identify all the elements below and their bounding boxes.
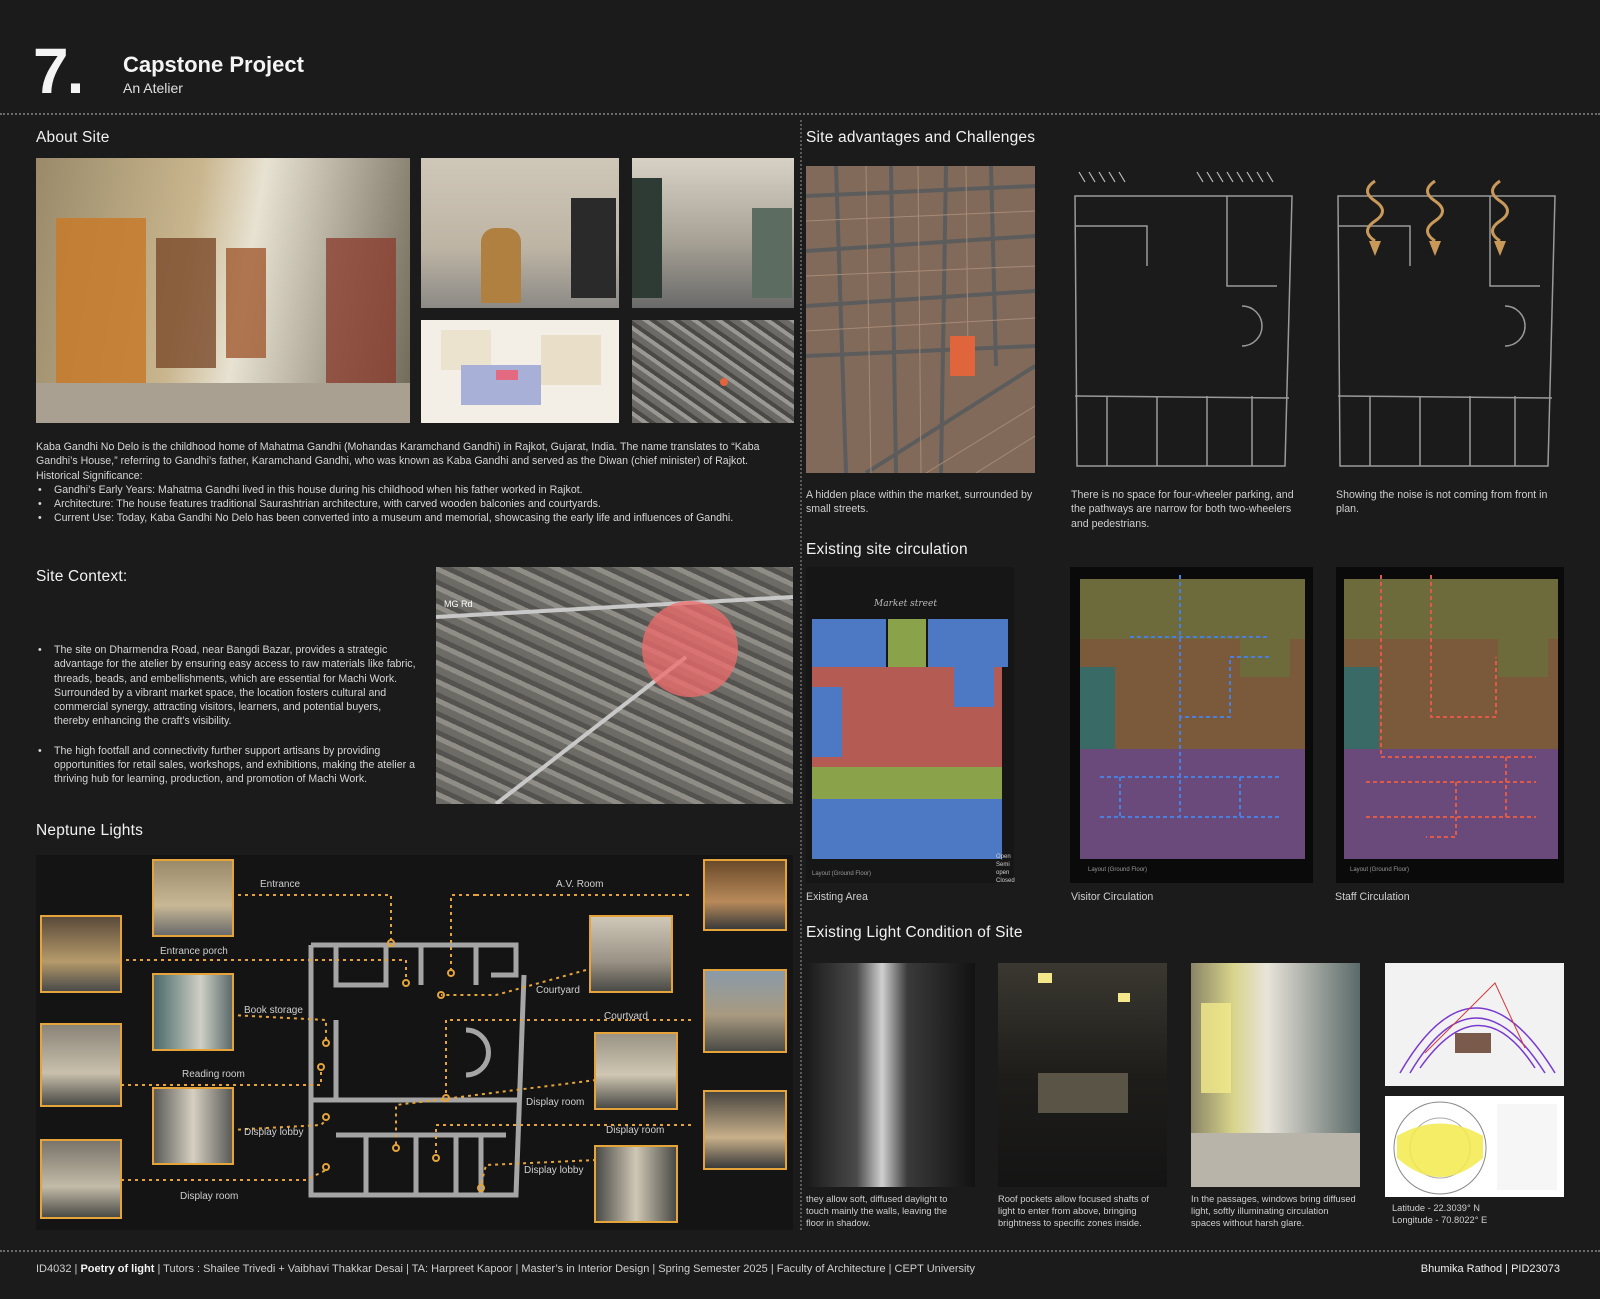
- map-overlay: [436, 595, 793, 804]
- about-site-text: Kaba Gandhi No Delo is the childhood hom…: [36, 440, 796, 526]
- poster-sheet: { "header":{"number":"7.","title":"Capst…: [0, 0, 1600, 1299]
- reading-room-photo: [40, 1023, 122, 1107]
- gandhi-statue-room-photo: [421, 158, 619, 308]
- sun-path-polar-chart: [1385, 1096, 1564, 1197]
- staff-circulation-plan: Layout (Ground Floor): [1336, 567, 1564, 883]
- label-display-lobby-2: Display lobby: [524, 1165, 584, 1176]
- column-divider: [800, 120, 802, 1230]
- about-site-paragraph: Kaba Gandhi No Delo is the childhood hom…: [36, 441, 760, 468]
- display-lobby-photo-2: [594, 1145, 678, 1223]
- label-av-room: A.V. Room: [556, 879, 604, 890]
- entrance-porch-photo: [40, 915, 122, 993]
- light-photo-passage: [1191, 963, 1360, 1187]
- display-room-photo-3: [703, 1090, 787, 1170]
- polar-chart-drawing: [1393, 1101, 1557, 1195]
- circulation-caption-1: Existing Area: [806, 891, 868, 903]
- list-item: Current Use: Today, Kaba Gandhi No Delo …: [36, 511, 796, 526]
- streets-drawing: [806, 166, 1035, 473]
- light-caption-1: they allow soft, diffused daylight to to…: [806, 1194, 948, 1228]
- neptune-lights-panel: Entrance A.V. Room Entrance porch Courty…: [36, 855, 793, 1230]
- circulation-caption-3: Staff Circulation: [1335, 891, 1410, 903]
- light-photo-corridor: [806, 963, 975, 1187]
- light-photo-roof-pockets: [998, 963, 1167, 1187]
- advantages-heading: Site advantages and Challenges: [806, 129, 1036, 146]
- label-display-room-2: Display room: [606, 1125, 665, 1136]
- visitor-path: [1100, 575, 1280, 818]
- label-entrance-porch: Entrance porch: [160, 946, 228, 957]
- list-item: The site on Dharmendra Road, near Bangdi…: [36, 643, 418, 729]
- parking-plan: [1067, 166, 1307, 473]
- page-title: Capstone Project: [123, 52, 304, 77]
- advantage-caption-3: Showing the noise is not coming from fro…: [1336, 489, 1548, 516]
- longitude-text: Longitude - 70.8022° E: [1392, 1215, 1488, 1225]
- parking-plan-drawing: [1074, 171, 1293, 467]
- massing-model-view: [421, 320, 619, 423]
- neptune-lights-heading: Neptune Lights: [36, 822, 144, 839]
- site-context-bullets: The site on Dharmendra Road, near Bangdi…: [36, 643, 418, 787]
- plan-title-1: Layout (Ground Floor): [812, 871, 872, 877]
- footer-credits: ID4032 | Poetry of light | Tutors : Shai…: [36, 1263, 975, 1275]
- site-context-map: MG Rd: [436, 567, 793, 804]
- circulation-caption-2: Visitor Circulation: [1071, 891, 1154, 903]
- gallery-corridor-photo: [36, 158, 410, 423]
- display-room-photo-2: [594, 1032, 678, 1110]
- display-room-photo: [40, 1139, 122, 1219]
- label-reading-room: Reading room: [182, 1069, 245, 1080]
- plan-title-2: Layout (Ground Floor): [1088, 867, 1148, 873]
- light-caption-2: Roof pockets allow focused shafts of lig…: [998, 1194, 1149, 1228]
- staff-path: [1366, 575, 1536, 838]
- list-item: Architecture: The house features traditi…: [36, 497, 796, 512]
- latitude-text: Latitude - 22.3039° N: [1392, 1203, 1480, 1213]
- label-entrance: Entrance: [260, 879, 301, 890]
- sun-path-arcs: [1399, 982, 1556, 1074]
- market-street-label: Market street: [874, 599, 937, 609]
- list-item: The high footfall and connectivity furth…: [36, 744, 418, 787]
- advantage-caption-2: There is no space for four-wheeler parki…: [1071, 489, 1294, 530]
- author-credit: Bhumika Rathod | PID23073: [1420, 1263, 1560, 1275]
- sun-path-3d-diagram: [1385, 963, 1564, 1086]
- historical-bullets: Gandhi’s Early Years: Mahatma Gandhi liv…: [36, 483, 796, 526]
- lighting-floor-plan: [121, 894, 691, 1198]
- label-courtyard-1: Courtyard: [536, 985, 580, 996]
- label-display-room-1: Display room: [526, 1097, 585, 1108]
- page-subtitle: An Atelier: [123, 80, 183, 96]
- label-book-storage: Book storage: [244, 1005, 303, 1016]
- project-number: 7.: [33, 35, 84, 107]
- historical-significance-label: Historical Significance:: [36, 469, 143, 482]
- display-lobby-photo: [152, 1087, 234, 1165]
- circulation-heading: Existing site circulation: [806, 541, 968, 558]
- header-divider: [0, 113, 1600, 115]
- course-code: ID4032 |: [36, 1263, 81, 1275]
- noise-plan: [1330, 166, 1570, 473]
- noise-plan-drawing: [1337, 179, 1556, 467]
- label-display-lobby-1: Display lobby: [244, 1127, 304, 1138]
- course-name: Poetry of light: [80, 1263, 155, 1275]
- light-caption-3: In the passages, windows bring diffused …: [1191, 1194, 1356, 1228]
- market-streets-map: [806, 166, 1035, 473]
- map-road-label: MG Rd: [444, 599, 473, 609]
- aerial-site-photo: [632, 320, 794, 423]
- av-room-photo: [703, 859, 787, 931]
- list-item: Gandhi’s Early Years: Mahatma Gandhi liv…: [36, 483, 796, 498]
- entrance-photo: [152, 859, 234, 937]
- area-legend: Open Semi open Closed: [996, 853, 1015, 885]
- about-site-heading: About Site: [36, 129, 110, 146]
- book-storage-photo: [152, 973, 234, 1051]
- legend-semi-open: Semi open: [996, 862, 1010, 876]
- visitor-circulation-plan: Layout (Ground Floor): [1070, 567, 1313, 883]
- plan-title-3: Layout (Ground Floor): [1350, 867, 1410, 873]
- existing-area-plan: Market street Open Semi open Closed Layo…: [806, 567, 1015, 885]
- courtyard-photo-1: [589, 915, 673, 993]
- light-heading: Existing Light Condition of Site: [806, 924, 1023, 941]
- verandah-photo: [632, 158, 794, 308]
- courtyard-photo-2: [703, 969, 787, 1053]
- site-context-heading: Site Context:: [36, 568, 128, 585]
- legend-closed: Closed: [996, 878, 1015, 884]
- legend-open: Open: [996, 854, 1011, 860]
- footer-divider: [0, 1250, 1600, 1252]
- label-display-room-3: Display room: [180, 1191, 239, 1202]
- advantage-caption-1: A hidden place within the market, surrou…: [806, 489, 1033, 516]
- credits-rest: | Tutors : Shailee Trivedi + Vaibhavi Th…: [154, 1263, 976, 1275]
- label-courtyard-2: Courtyard: [604, 1011, 648, 1022]
